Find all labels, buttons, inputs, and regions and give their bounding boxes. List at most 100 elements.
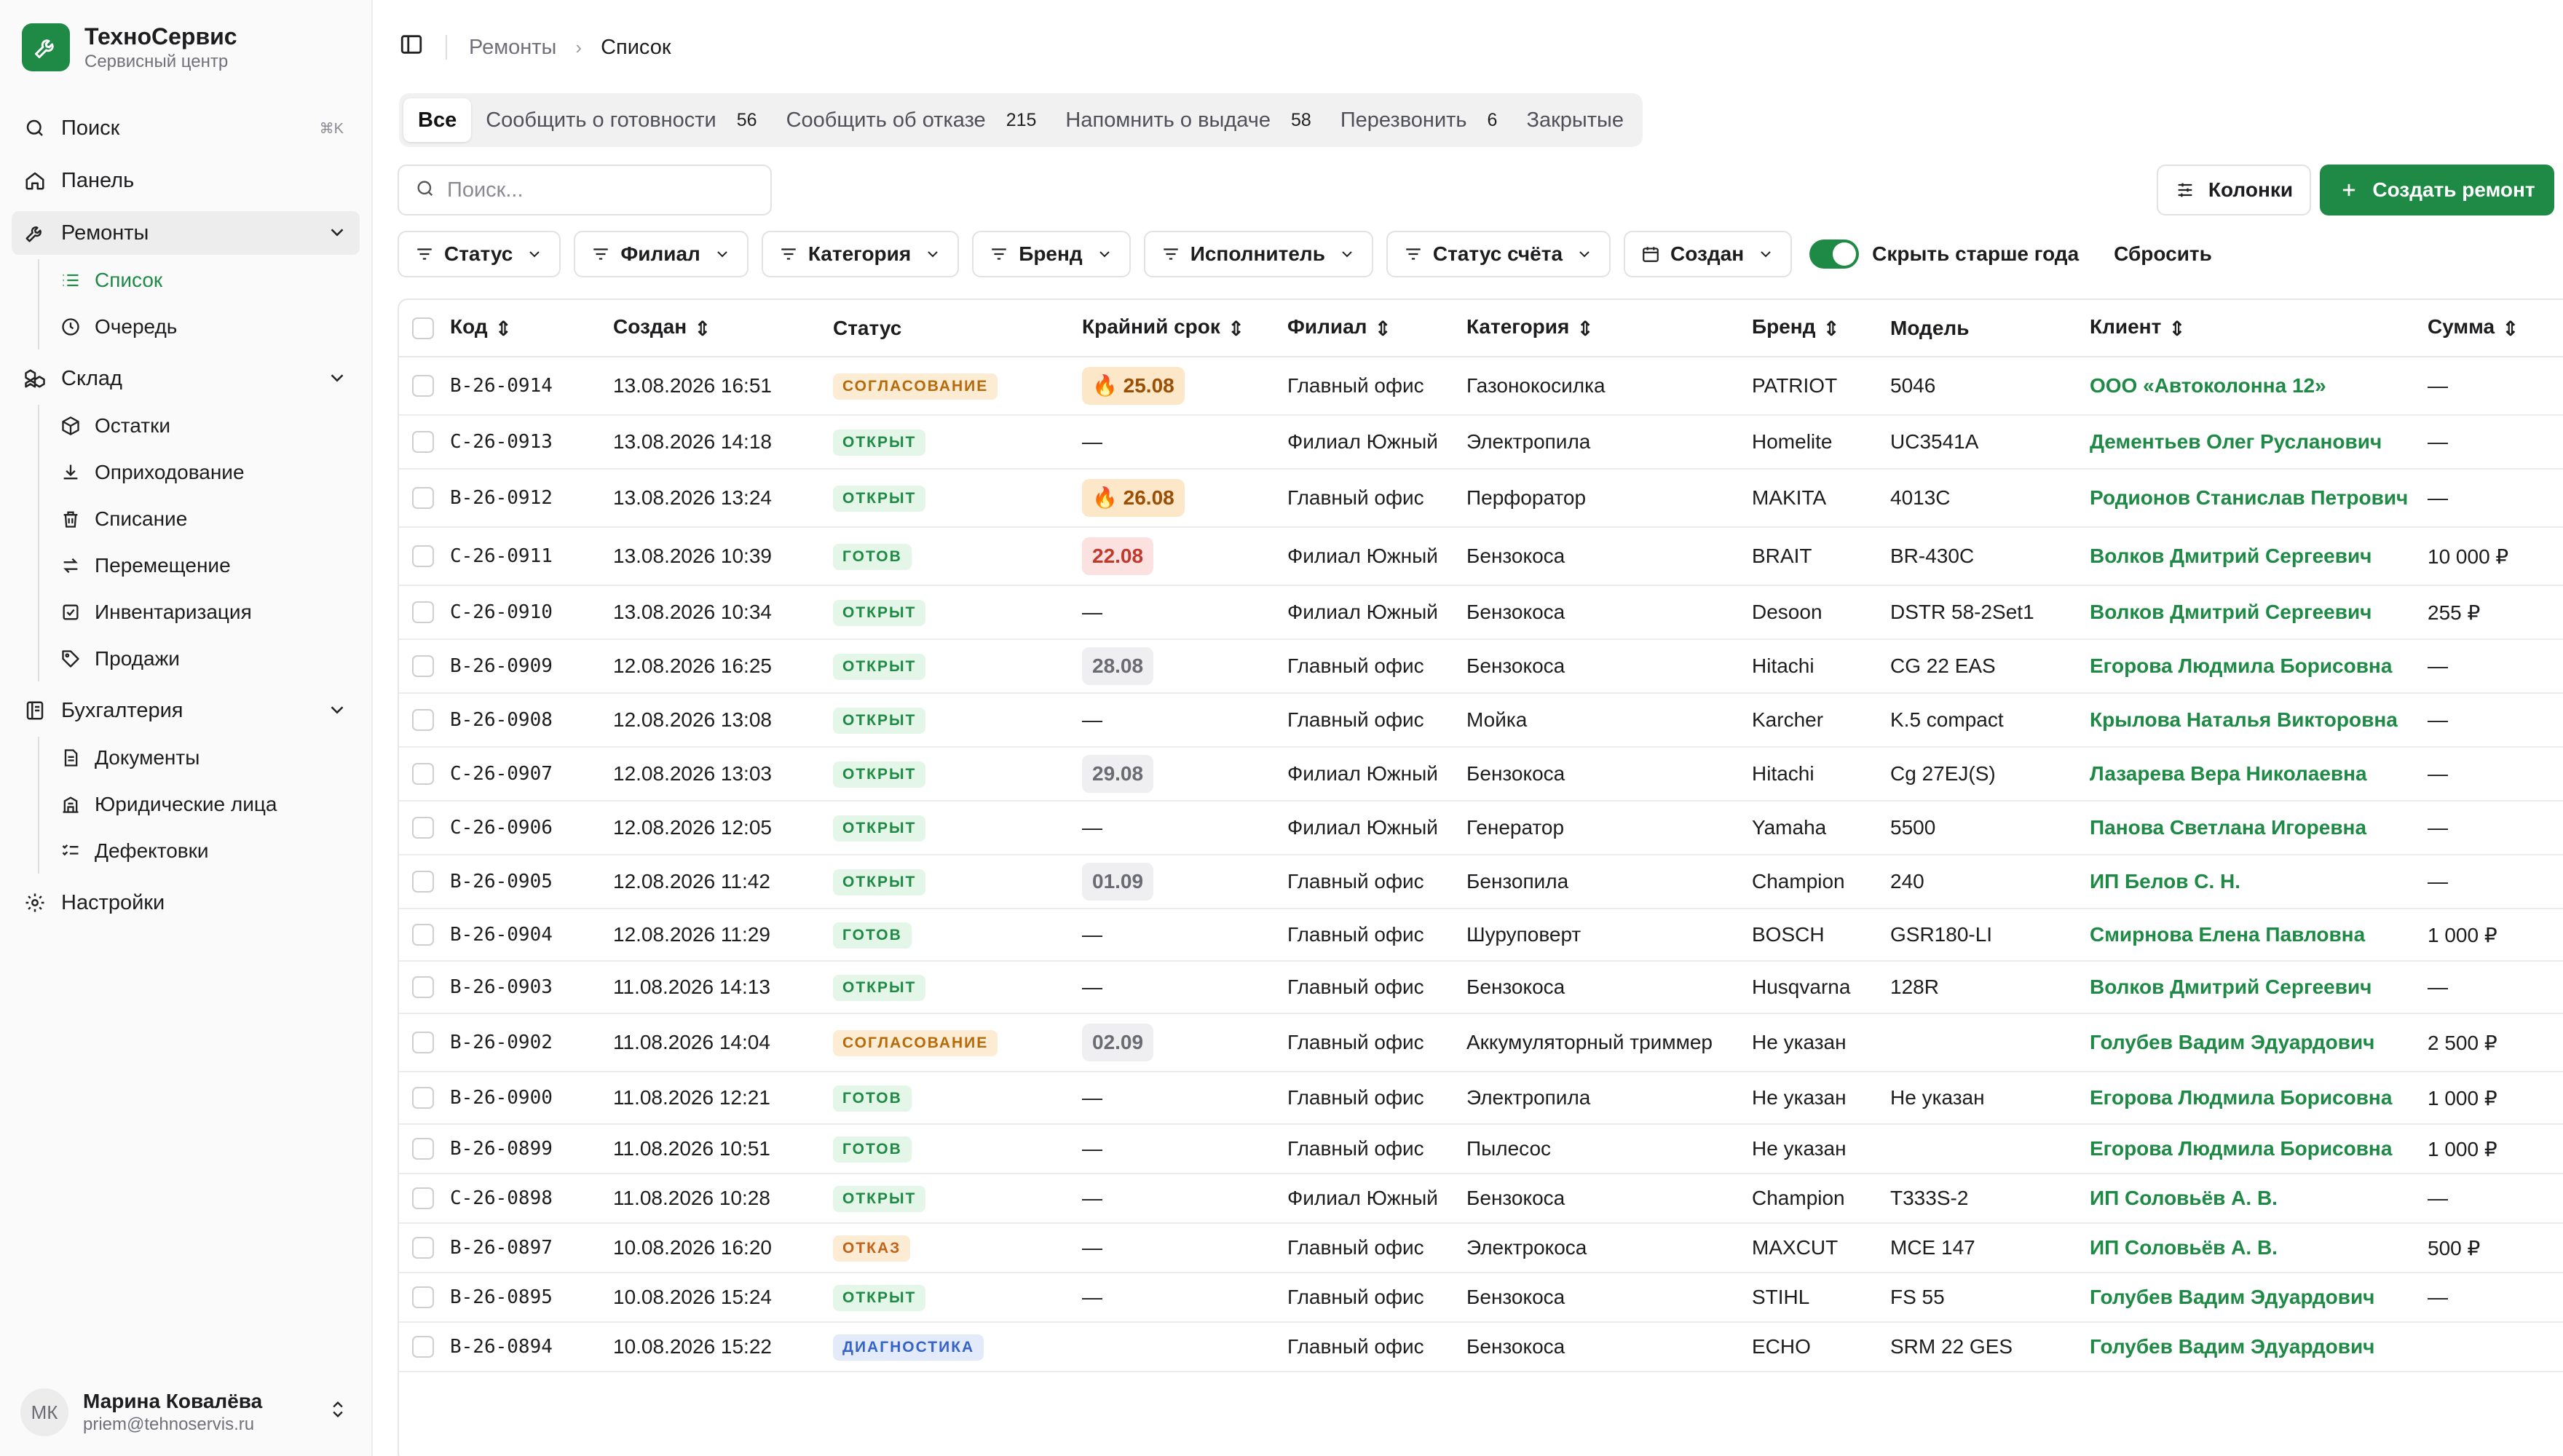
row-checkbox[interactable] bbox=[412, 487, 434, 509]
table-row[interactable]: B-26-0905 12.08.2026 11:42 ОТКРЫТ 01.09 Глав… bbox=[399, 855, 2563, 909]
breadcrumb-parent[interactable]: Ремонты bbox=[469, 36, 556, 60]
filter-1[interactable]: Филиал bbox=[574, 231, 749, 277]
tab-4[interactable]: Перезвонить 6 bbox=[1326, 98, 1512, 142]
cell-client-link[interactable]: Волков Дмитрий Сергеевич bbox=[2090, 527, 2428, 586]
cell-client-link[interactable]: Лазарева Вера Николаевна bbox=[2090, 747, 2428, 802]
cell-client-link[interactable]: ИП Белов С. Н. bbox=[2090, 855, 2428, 909]
table-row[interactable]: B-26-0909 12.08.2026 16:25 ОТКРЫТ 28.08 Глав… bbox=[399, 639, 2563, 694]
col-deadline[interactable]: Крайний срок ⇕ bbox=[1082, 300, 1287, 357]
tab-0[interactable]: Все bbox=[403, 98, 472, 142]
table-row[interactable]: B-26-0912 13.08.2026 13:24 ОТКРЫТ 🔥 26.08 Гл… bbox=[399, 469, 2563, 528]
cell-client-link[interactable]: Егорова Людмила Борисовна bbox=[2090, 1072, 2428, 1125]
sidebar-item-stock[interactable]: Остатки bbox=[48, 405, 361, 447]
cell-client-link[interactable]: Родионов Станислав Петрович bbox=[2090, 469, 2428, 528]
create-repair-button[interactable]: Создать ремонт bbox=[2320, 165, 2554, 215]
table-row[interactable]: C-26-0911 13.08.2026 10:39 ГОТОВ 22.08 Филиа… bbox=[399, 527, 2563, 586]
cell-client-link[interactable]: ИП Соловьёв А. В. bbox=[2090, 1223, 2428, 1273]
sidebar-item-search[interactable]: Поиск ⌘K bbox=[12, 106, 360, 150]
row-checkbox[interactable] bbox=[412, 976, 434, 998]
cell-client-link[interactable]: Смирнова Елена Павловна bbox=[2090, 909, 2428, 962]
table-row[interactable]: B-26-0897 10.08.2026 16:20 ОТКАЗ — Главный о… bbox=[399, 1223, 2563, 1273]
cell-client-link[interactable]: Волков Дмитрий Сергеевич bbox=[2090, 585, 2428, 640]
row-checkbox[interactable] bbox=[412, 817, 434, 839]
row-checkbox[interactable] bbox=[412, 601, 434, 623]
filter-0[interactable]: Статус bbox=[398, 231, 561, 277]
col-category[interactable]: Категория ⇕ bbox=[1466, 300, 1752, 357]
cell-client-link[interactable]: Голубев Вадим Эдуардович bbox=[2090, 1322, 2428, 1372]
row-checkbox[interactable] bbox=[412, 1336, 434, 1358]
col-code[interactable]: Код ⇕ bbox=[450, 300, 613, 357]
sidebar-item-queue[interactable]: Очередь bbox=[48, 306, 361, 348]
filter-4[interactable]: Исполнитель bbox=[1143, 231, 1373, 277]
sidebar-item-sales[interactable]: Продажи bbox=[48, 638, 361, 680]
table-row[interactable]: C-26-0910 13.08.2026 10:34 ОТКРЫТ — Филиал Ю… bbox=[399, 585, 2563, 640]
row-checkbox[interactable] bbox=[412, 1032, 434, 1053]
filter-5[interactable]: Статус счёта bbox=[1386, 231, 1611, 277]
col-sum[interactable]: Сумма ⇕ bbox=[2428, 300, 2563, 357]
sidebar-item-legal-entities[interactable]: Юридические лица bbox=[48, 783, 361, 826]
filter-2[interactable]: Категория bbox=[761, 231, 960, 277]
table-row[interactable]: B-26-0899 11.08.2026 10:51 ГОТОВ — Главный о… bbox=[399, 1124, 2563, 1174]
table-row[interactable]: B-26-0903 11.08.2026 14:13 ОТКРЫТ — Главный … bbox=[399, 961, 2563, 1014]
row-checkbox[interactable] bbox=[412, 655, 434, 677]
row-checkbox[interactable] bbox=[412, 1237, 434, 1259]
cell-client-link[interactable]: Волков Дмитрий Сергеевич bbox=[2090, 961, 2428, 1014]
row-checkbox[interactable] bbox=[412, 545, 434, 567]
cell-client-link[interactable]: ООО «Автоколонна 12» bbox=[2090, 357, 2428, 416]
col-branch[interactable]: Филиал ⇕ bbox=[1287, 300, 1466, 357]
cell-client-link[interactable]: Панова Светлана Игоревна bbox=[2090, 801, 2428, 855]
cell-client-link[interactable]: Егорова Людмила Борисовна bbox=[2090, 1124, 2428, 1174]
sidebar-group-warehouse[interactable]: Склад bbox=[12, 357, 360, 400]
sidebar-group-accounting[interactable]: Бухгалтерия bbox=[12, 689, 360, 732]
hide-old-toggle[interactable] bbox=[1809, 240, 1860, 269]
sidebar-toggle-icon[interactable] bbox=[399, 32, 424, 63]
search-input[interactable] bbox=[447, 178, 753, 202]
row-checkbox[interactable] bbox=[412, 431, 434, 453]
table-row[interactable]: B-26-0908 12.08.2026 13:08 ОТКРЫТ — Главный … bbox=[399, 693, 2563, 748]
table-row[interactable]: B-26-0904 12.08.2026 11:29 ГОТОВ — Главный о… bbox=[399, 909, 2563, 962]
sidebar-item-receipt[interactable]: Оприходование bbox=[48, 451, 361, 494]
cell-client-link[interactable]: Голубев Вадим Эдуардович bbox=[2090, 1273, 2428, 1323]
row-checkbox[interactable] bbox=[412, 871, 434, 893]
row-checkbox[interactable] bbox=[412, 1087, 434, 1109]
search-box[interactable] bbox=[398, 165, 772, 215]
table-row[interactable]: B-26-0895 10.08.2026 15:24 ОТКРЫТ — Главный … bbox=[399, 1273, 2563, 1323]
row-checkbox[interactable] bbox=[412, 709, 434, 731]
table-row[interactable]: B-26-0914 13.08.2026 16:51 СОГЛАСОВАНИЕ 🔥 2… bbox=[399, 357, 2563, 416]
row-checkbox[interactable] bbox=[412, 924, 434, 946]
sidebar-item-settings[interactable]: Настройки bbox=[12, 881, 360, 925]
select-all-checkbox[interactable] bbox=[412, 317, 434, 339]
table-row[interactable]: C-26-0907 12.08.2026 13:03 ОТКРЫТ 29.08 Фили… bbox=[399, 747, 2563, 802]
columns-button[interactable]: Колонки bbox=[2157, 165, 2311, 215]
cell-client-link[interactable]: Крылова Наталья Викторовна bbox=[2090, 693, 2428, 748]
sidebar-item-transfer[interactable]: Перемещение bbox=[48, 545, 361, 587]
sidebar-item-list[interactable]: Список bbox=[48, 259, 361, 301]
table-row[interactable]: B-26-0894 10.08.2026 15:22 ДИАГНОСТИКА Глав… bbox=[399, 1322, 2563, 1372]
cell-client-link[interactable]: Егорова Людмила Борисовна bbox=[2090, 639, 2428, 694]
tab-3[interactable]: Напомнить о выдаче 58 bbox=[1051, 98, 1325, 142]
sidebar-item-inventory[interactable]: Инвентаризация bbox=[48, 591, 361, 633]
brand[interactable]: ТехноСервис Сервисный центр bbox=[22, 22, 237, 73]
table-row[interactable]: C-26-0898 11.08.2026 10:28 ОТКРЫТ — Филиал Ю… bbox=[399, 1174, 2563, 1224]
user-menu[interactable]: МК Марина Ковалёва priem@tehnoservis.ru bbox=[20, 1383, 355, 1441]
row-checkbox[interactable] bbox=[412, 1286, 434, 1308]
tab-1[interactable]: Сообщить о готовности 56 bbox=[471, 98, 771, 142]
tab-2[interactable]: Сообщить об отказе 215 bbox=[772, 98, 1051, 142]
sidebar-item-documents[interactable]: Документы bbox=[48, 737, 361, 779]
filter-3[interactable]: Бренд bbox=[972, 231, 1131, 277]
cell-client-link[interactable]: Голубев Вадим Эдуардович bbox=[2090, 1013, 2428, 1072]
col-client[interactable]: Клиент ⇕ bbox=[2090, 300, 2428, 357]
table-row[interactable]: B-26-0902 11.08.2026 14:04 СОГЛАСОВАНИЕ 02.… bbox=[399, 1013, 2563, 1072]
sidebar-group-repairs[interactable]: Ремонты bbox=[12, 211, 360, 255]
cell-client-link[interactable]: Дементьев Олег Русланович bbox=[2090, 415, 2428, 470]
row-checkbox[interactable] bbox=[412, 1138, 434, 1160]
table-row[interactable]: C-26-0913 13.08.2026 14:18 ОТКРЫТ — Филиал Ю… bbox=[399, 415, 2563, 470]
row-checkbox[interactable] bbox=[412, 375, 434, 397]
table-row[interactable]: C-26-0906 12.08.2026 12:05 ОТКРЫТ — Филиал Ю… bbox=[399, 801, 2563, 855]
tab-5[interactable]: Закрытые bbox=[1512, 98, 1638, 142]
col-created[interactable]: Создан ⇕ bbox=[613, 300, 833, 357]
cell-client-link[interactable]: ИП Соловьёв А. В. bbox=[2090, 1174, 2428, 1224]
sidebar-item-writeoff[interactable]: Списание bbox=[48, 498, 361, 540]
reset-filters-button[interactable]: Сбросить bbox=[2114, 242, 2212, 266]
filter-6[interactable]: Создан bbox=[1624, 231, 1793, 277]
